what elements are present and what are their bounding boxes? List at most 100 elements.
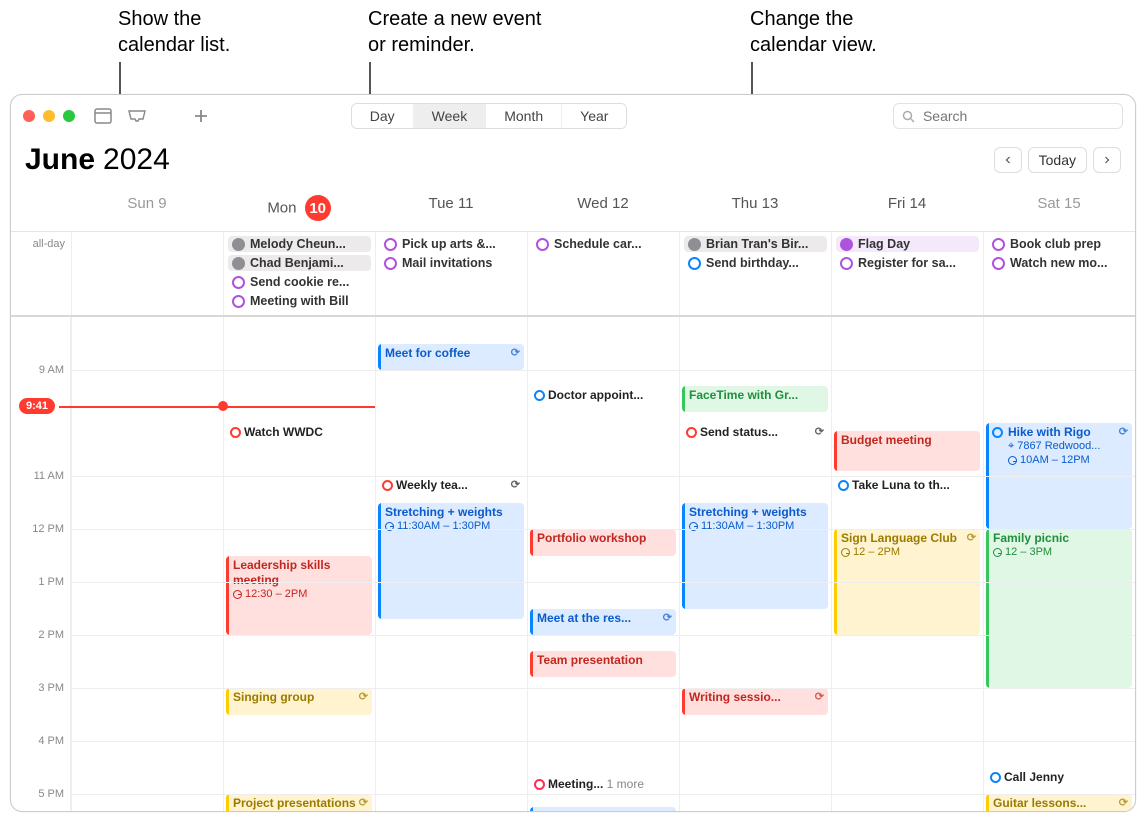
callout-change-view: Change the calendar view.: [750, 6, 877, 58]
day-header-wed[interactable]: Wed 12: [527, 187, 679, 231]
event[interactable]: Budget meeting: [834, 431, 980, 471]
allday-event[interactable]: Register for sa...: [836, 255, 979, 271]
event[interactable]: Singing group⟳: [226, 688, 372, 715]
search-input[interactable]: [921, 107, 1114, 125]
allday-cell-wed: Schedule car...: [527, 232, 679, 315]
allday-event[interactable]: Send cookie re...: [228, 274, 371, 290]
minimize-icon[interactable]: [43, 110, 55, 122]
hour-label: 4 PM: [38, 735, 64, 747]
event[interactable]: Take Luna to th...: [834, 476, 980, 503]
day-column-wed[interactable]: Doctor appoint... Portfolio workshop Meet …: [527, 317, 679, 812]
repeat-icon: ⟳: [359, 797, 368, 811]
allday-event[interactable]: Brian Tran's Bir...: [684, 236, 827, 252]
view-month[interactable]: Month: [486, 104, 562, 128]
event[interactable]: Hike with Rigo⌖7867 Redwood...10AM – 12P…: [986, 423, 1132, 529]
repeat-icon: ⟳: [1119, 426, 1128, 440]
allday-event[interactable]: Meeting with Bill: [228, 293, 371, 309]
more-events-label[interactable]: 1 more: [603, 777, 644, 791]
search-icon: [902, 110, 915, 123]
callout-new-event: Create a new event or reminder.: [368, 6, 541, 58]
event[interactable]: Doctor appoint...: [530, 386, 676, 413]
today-button[interactable]: Today: [1028, 147, 1087, 173]
event-dot-icon: [232, 238, 245, 251]
day-column-sat[interactable]: Hike with Rigo⌖7867 Redwood...10AM – 12P…: [983, 317, 1135, 812]
event-dot-icon: [688, 238, 701, 251]
reminder-ring-icon: [990, 772, 1001, 783]
title-year: 2024: [103, 143, 170, 177]
calendar-list-button[interactable]: [91, 105, 115, 127]
reminder-ring-icon: [992, 238, 1005, 251]
event[interactable]: FaceTime with Gr...: [682, 386, 828, 413]
day-header-sat[interactable]: Sat 15: [983, 187, 1135, 231]
event[interactable]: Leadership skills meeting12:30 – 2PM: [226, 556, 372, 636]
reminder-ring-icon: [232, 276, 245, 289]
event[interactable]: Weekly tea...⟳: [378, 476, 524, 503]
event[interactable]: Guitar lessons...⟳: [986, 794, 1132, 812]
event[interactable]: Call Jenny: [986, 768, 1132, 795]
view-day[interactable]: Day: [352, 104, 414, 128]
event[interactable]: Meet for coffee⟳: [378, 344, 524, 371]
day-header-thu[interactable]: Thu 13: [679, 187, 831, 231]
event[interactable]: Sign Language Club12 – 2PM⟳: [834, 529, 980, 635]
day-header-fri[interactable]: Fri 14: [831, 187, 983, 231]
day-column-tue[interactable]: Meet for coffee⟳ Weekly tea...⟳Stretching…: [375, 317, 527, 812]
event[interactable]: Portfolio workshop: [530, 529, 676, 556]
day-header-sun[interactable]: Sun 9: [71, 187, 223, 231]
hour-label: 1 PM: [38, 576, 64, 588]
day-header-tue[interactable]: Tue 11: [375, 187, 527, 231]
event[interactable]: Send status...⟳: [682, 423, 828, 450]
event[interactable]: Family picnic12 – 3PM: [986, 529, 1132, 688]
title-row: June 2024 Today: [11, 137, 1135, 187]
hour-label: 12 PM: [32, 523, 64, 535]
allday-cell-fri: Flag Day Register for sa...: [831, 232, 983, 315]
repeat-icon: ⟳: [511, 347, 520, 361]
allday-event[interactable]: Chad Benjami...: [228, 255, 371, 271]
event[interactable]: Meet at the res...⟳: [530, 609, 676, 636]
day-column-thu[interactable]: FaceTime with Gr... Send status...⟳ Stretc…: [679, 317, 831, 812]
date-nav: Today: [994, 147, 1121, 173]
reminder-ring-icon: [840, 257, 853, 270]
reminder-ring-icon: [534, 390, 545, 401]
zoom-icon[interactable]: [63, 110, 75, 122]
event[interactable]: Meeting... 1 more: [530, 775, 676, 796]
view-week[interactable]: Week: [414, 104, 487, 128]
hour-label: 2 PM: [38, 629, 64, 641]
inbox-button[interactable]: [125, 105, 149, 127]
close-icon[interactable]: [23, 110, 35, 122]
add-button[interactable]: [189, 105, 213, 127]
toolbar: DayWeekMonthYear: [11, 95, 1135, 137]
allday-event[interactable]: Melody Cheun...: [228, 236, 371, 252]
allday-event[interactable]: Pick up arts &...: [380, 236, 523, 252]
event[interactable]: Project presentations5 – 7PM⟳: [226, 794, 372, 812]
allday-row: all-day Melody Cheun... Chad Benjami... Se…: [11, 232, 1135, 317]
view-year[interactable]: Year: [562, 104, 626, 128]
allday-label: all-day: [11, 232, 71, 315]
callouts: Show the calendar list. Create a new eve…: [0, 0, 1146, 80]
event[interactable]: Yoga class⌖Golden Gate Park5:15 – 6:45PM: [530, 807, 676, 812]
allday-event[interactable]: Send birthday...: [684, 255, 827, 271]
day-column-mon[interactable]: Watch WWDC Leadership skills meeting12:30…: [223, 317, 375, 812]
reminder-ring-icon: [688, 257, 701, 270]
allday-event[interactable]: Mail invitations: [380, 255, 523, 271]
reminder-ring-icon: [382, 480, 393, 491]
event[interactable]: Stretching + weights11:30AM – 1:30PM: [682, 503, 828, 609]
event[interactable]: Writing sessio...⟳: [682, 688, 828, 715]
hour-label: 3 PM: [38, 682, 64, 694]
prev-button[interactable]: [994, 147, 1022, 173]
allday-event[interactable]: Schedule car...: [532, 236, 675, 252]
calendar-window: DayWeekMonthYear June 2024 Today Sun 9Mo…: [10, 94, 1136, 812]
event[interactable]: Team presentation: [530, 651, 676, 678]
next-button[interactable]: [1093, 147, 1121, 173]
day-column-sun[interactable]: [71, 317, 223, 812]
allday-event[interactable]: Flag Day: [836, 236, 979, 252]
event[interactable]: Watch WWDC: [226, 423, 372, 450]
allday-event[interactable]: Book club prep: [988, 236, 1131, 252]
reminder-ring-icon: [384, 238, 397, 251]
day-header-mon[interactable]: Mon 10: [223, 187, 375, 231]
allday-event[interactable]: Watch new mo...: [988, 255, 1131, 271]
repeat-icon: ⟳: [359, 691, 368, 705]
search-field[interactable]: [893, 103, 1123, 129]
reminder-ring-icon: [534, 779, 545, 790]
day-column-fri[interactable]: Budget meeting Take Luna to th... Sign Lan…: [831, 317, 983, 812]
event[interactable]: Stretching + weights11:30AM – 1:30PM: [378, 503, 524, 620]
